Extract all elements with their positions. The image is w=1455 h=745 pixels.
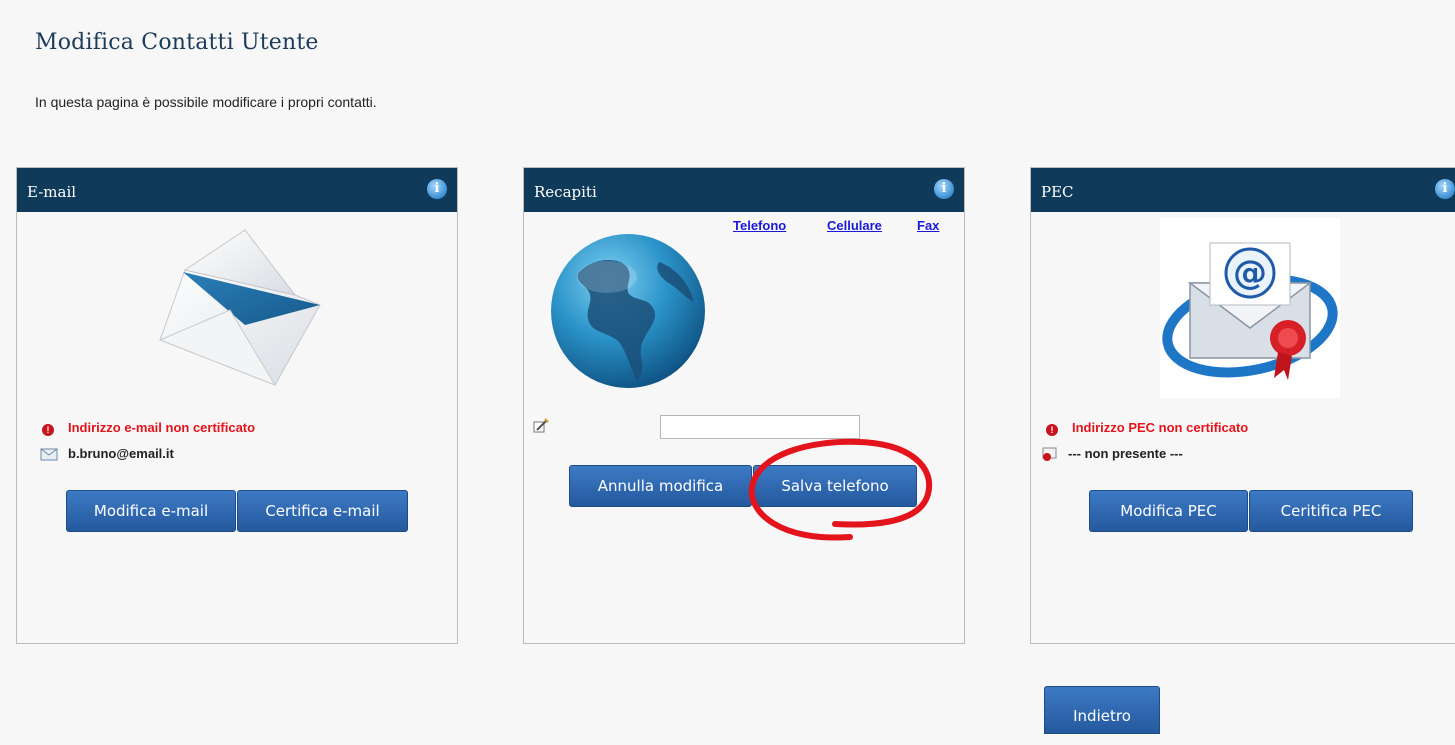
certify-email-button[interactable]: Certifica e-mail: [237, 490, 408, 532]
warning-icon: !: [42, 424, 54, 436]
pec-value-row: --- non presente ---: [1042, 446, 1183, 462]
cancel-edit-button[interactable]: Annulla modifica: [569, 465, 752, 507]
email-value-row: b.bruno@email.it: [40, 446, 174, 462]
tab-telefono[interactable]: Telefono: [733, 218, 786, 233]
tab-fax[interactable]: Fax: [917, 218, 944, 233]
email-value: b.bruno@email.it: [68, 446, 174, 461]
highlight-circle-annotation: [748, 438, 933, 541]
email-panel-title: E-mail: [27, 183, 77, 201]
info-icon[interactable]: i: [427, 179, 447, 199]
contacts-panel-header: Recapiti i: [524, 168, 964, 212]
pec-status-text: Indirizzo PEC non certificato: [1072, 420, 1249, 435]
envelope-icon: [158, 229, 321, 386]
certificate-icon: [1042, 447, 1057, 461]
page-description: In questa pagina è possibile modificare …: [35, 94, 377, 110]
contacts-panel-title: Recapiti: [534, 183, 597, 201]
modify-email-button[interactable]: Modifica e-mail: [66, 490, 236, 532]
globe-icon: [551, 234, 705, 388]
email-status-text: Indirizzo e-mail non certificato: [68, 420, 256, 435]
pec-value: --- non presente ---: [1068, 446, 1183, 461]
info-icon[interactable]: i: [934, 179, 954, 199]
email-small-icon: [40, 448, 58, 461]
email-status: ! Indirizzo e-mail non certificato: [42, 420, 255, 436]
pec-panel-header: PEC i: [1031, 168, 1455, 212]
info-icon[interactable]: i: [1435, 179, 1455, 199]
pec-status: ! Indirizzo PEC non certificato: [1046, 420, 1248, 436]
tab-cellulare[interactable]: Cellulare: [827, 218, 882, 233]
warning-icon: !: [1046, 424, 1058, 436]
modify-pec-button[interactable]: Modifica PEC: [1089, 490, 1248, 532]
svg-text:@: @: [1233, 253, 1267, 293]
back-button[interactable]: Indietro: [1044, 686, 1160, 734]
pencil-icon: [533, 418, 549, 433]
certify-pec-button[interactable]: Ceritifica PEC: [1249, 490, 1413, 532]
page-title: Modifica Contatti Utente: [35, 30, 319, 55]
pec-panel-title: PEC: [1041, 183, 1074, 201]
pec-mail-icon: @: [1160, 218, 1340, 398]
email-panel-header: E-mail i: [17, 168, 457, 212]
